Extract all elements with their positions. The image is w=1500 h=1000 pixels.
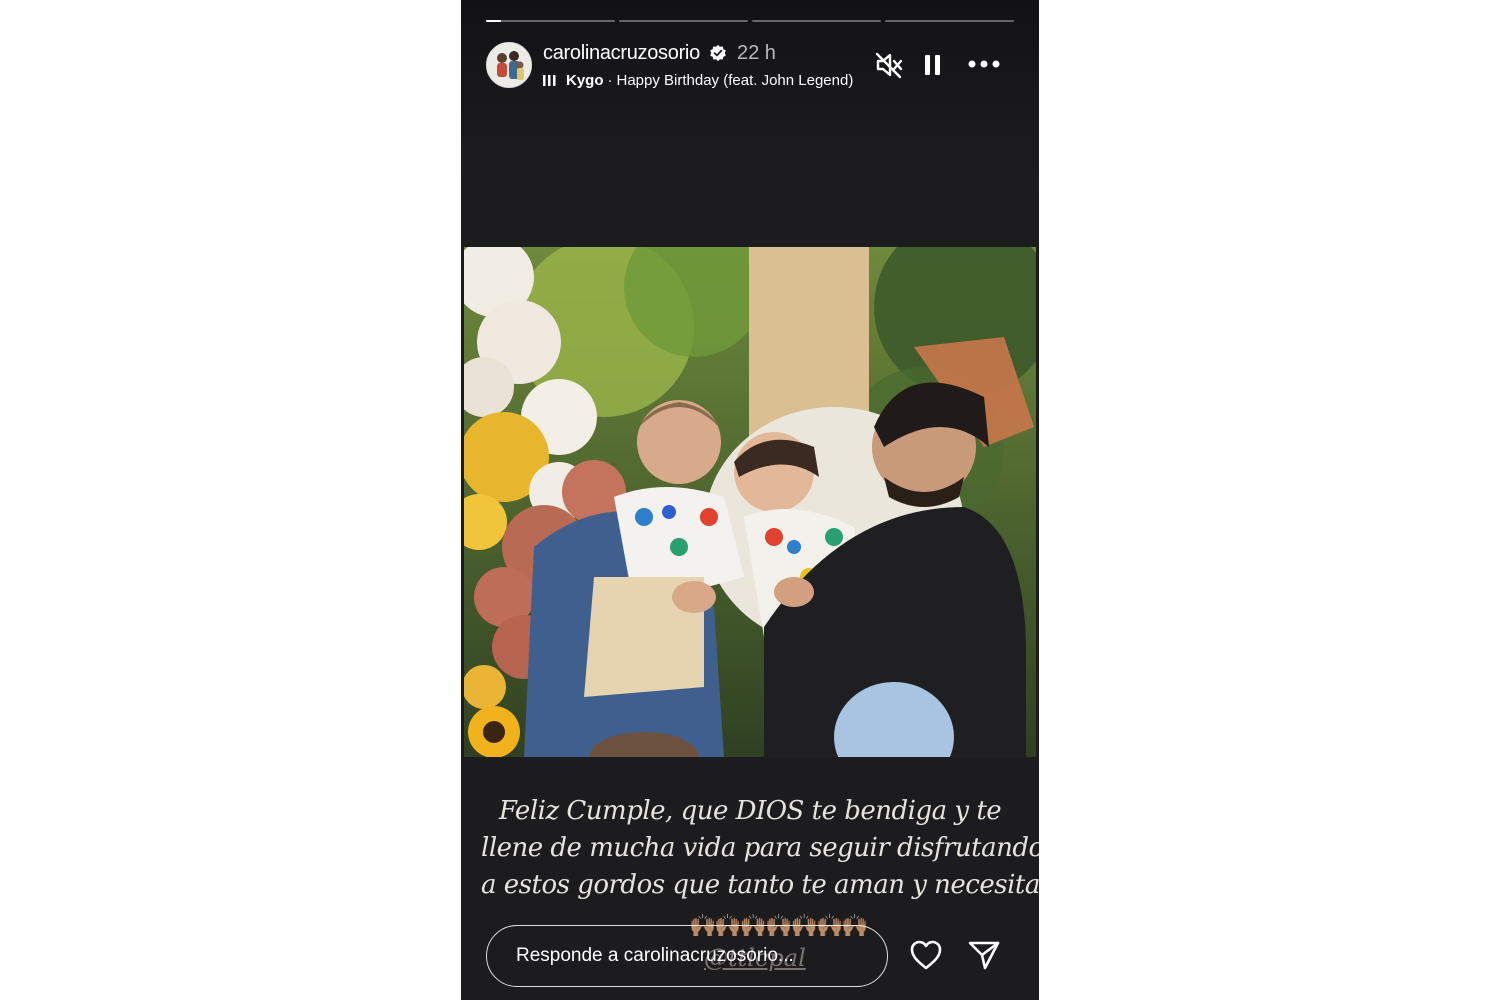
progress-segment bbox=[486, 20, 615, 22]
progress-segment bbox=[752, 20, 881, 22]
caption-line: llene de mucha vida para seguir disfruta… bbox=[481, 833, 1039, 863]
story-photo bbox=[464, 247, 1036, 757]
music-attribution[interactable]: Kygo · Happy Birthday (feat. John Legend… bbox=[543, 70, 855, 90]
more-options-icon[interactable] bbox=[966, 54, 1002, 74]
reply-placeholder: Responde a carolinacruzosorio... bbox=[516, 945, 794, 966]
audio-bars-icon bbox=[543, 75, 556, 86]
progress-segment bbox=[885, 20, 1014, 22]
verified-badge-icon bbox=[710, 44, 726, 62]
caption-line: Feliz Cumple, que DIOS te bendiga y te bbox=[498, 796, 1002, 826]
send-icon[interactable] bbox=[967, 939, 1001, 971]
muted-speaker-icon[interactable] bbox=[874, 50, 904, 80]
progress-segment bbox=[619, 20, 748, 22]
heart-icon[interactable] bbox=[909, 939, 943, 971]
story-caption: Feliz Cumple, que DIOS te bendiga y te l… bbox=[481, 793, 1039, 904]
music-song: Happy Birthday (feat. John Legend) bbox=[616, 71, 854, 89]
story-top-area bbox=[461, 0, 1039, 240]
pause-icon[interactable] bbox=[921, 52, 945, 78]
story-progress bbox=[486, 20, 1014, 23]
username[interactable]: carolinacruzosorio bbox=[543, 42, 700, 65]
post-time: 22 h bbox=[737, 42, 776, 64]
avatar[interactable] bbox=[486, 42, 532, 88]
page: carolinacruzosorio 22 h Kygo · Happy Bir… bbox=[0, 0, 1500, 1000]
family-photo-illustration bbox=[464, 247, 1036, 757]
reply-input[interactable]: Responde a carolinacruzosorio... bbox=[486, 925, 888, 987]
music-separator: · bbox=[607, 71, 613, 89]
caption-line: a estos gordos que tanto te aman y neces… bbox=[481, 870, 1039, 900]
music-artist: Kygo bbox=[566, 71, 604, 89]
story-viewer[interactable]: carolinacruzosorio 22 h Kygo · Happy Bir… bbox=[461, 0, 1039, 1000]
